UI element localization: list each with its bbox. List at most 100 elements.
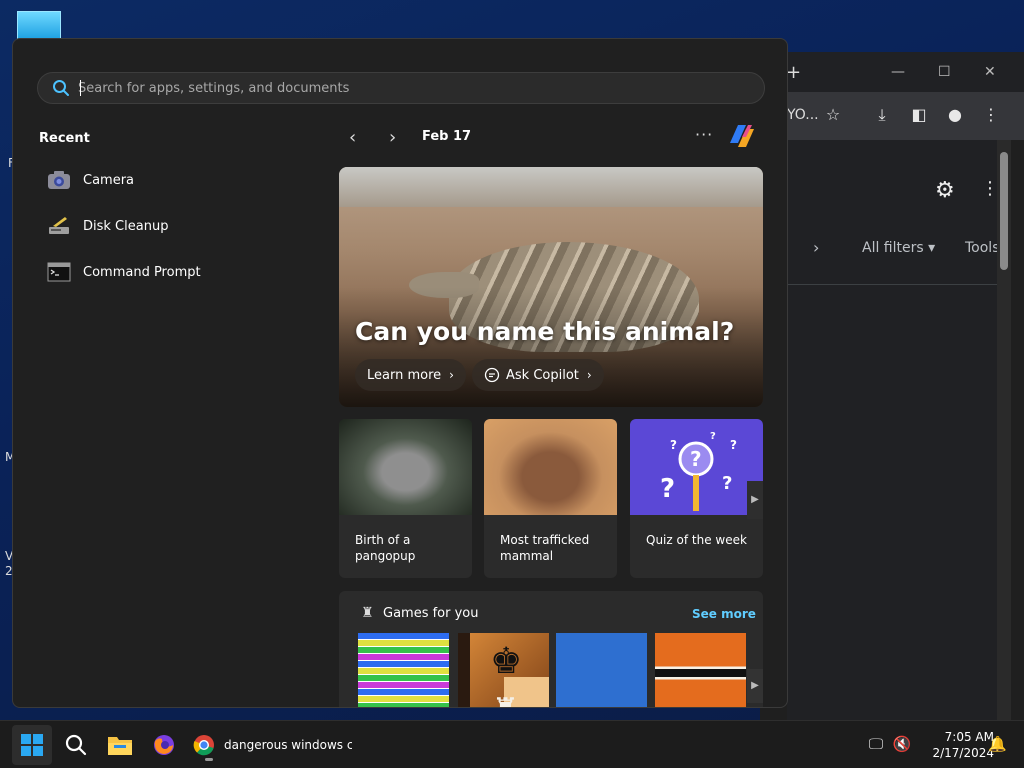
all-filters-dropdown[interactable]: All filters ▾	[862, 240, 935, 256]
recent-item-label: Command Prompt	[83, 264, 201, 280]
download-icon[interactable]: ⤓	[871, 104, 893, 126]
hero-image-background	[339, 167, 763, 207]
story-card-birth-of-pangopup[interactable]: Birth of a pangopup	[339, 419, 472, 578]
game-tile[interactable]	[655, 633, 746, 707]
story-caption: Most trafficked mammal	[500, 533, 590, 563]
scrollbar-thumb[interactable]	[1000, 152, 1008, 270]
active-app-indicator	[205, 758, 213, 761]
network-icon[interactable]: 🖵	[866, 735, 886, 755]
widgets-date: Feb 17	[422, 129, 472, 144]
hero-card[interactable]: Can you name this animal? Learn more › A…	[339, 167, 763, 407]
recent-heading: Recent	[39, 131, 90, 146]
carousel-next-button[interactable]: ▶	[747, 481, 763, 519]
settings-gear-icon[interactable]: ⚙	[935, 178, 955, 203]
browser-scrollbar[interactable]	[997, 140, 1011, 720]
folder-icon	[108, 737, 132, 755]
next-day-button[interactable]: ›	[389, 127, 396, 148]
search-icon	[65, 734, 87, 756]
svg-text:?: ?	[690, 447, 702, 471]
tools-button[interactable]: Tools	[965, 240, 1000, 256]
svg-text:?: ?	[670, 438, 677, 452]
games-section: ♜ Games for you See more ♚ ♜ ▶	[339, 591, 763, 708]
desktop-shortcut-icon[interactable]	[17, 11, 61, 41]
game-tile[interactable]: ♚ ♜	[458, 633, 549, 708]
all-filters-label: All filters	[862, 240, 924, 256]
browser-toolbar: YO... ☆ ⤓ ◧ ● ⋮	[760, 92, 1024, 140]
story-caption: Quiz of the week	[646, 533, 747, 547]
maximize-button[interactable]: ☐	[938, 64, 951, 80]
taskbar-search-button[interactable]	[56, 725, 96, 765]
notification-bell-icon[interactable]: 🔔	[988, 735, 1007, 753]
system-clock[interactable]: 7:05 AM 2/17/2024	[912, 729, 994, 761]
games-next-button[interactable]: ▶	[747, 669, 763, 703]
story-thumbnail: ? ? ? ? ? ?	[630, 419, 763, 515]
address-bar[interactable]: YO...	[787, 107, 819, 123]
svg-text:?: ?	[730, 438, 737, 452]
start-button[interactable]	[12, 725, 52, 765]
story-caption: Birth of a pangopup	[355, 533, 416, 563]
camera-icon	[48, 171, 70, 189]
minimize-button[interactable]: —	[891, 64, 905, 80]
profile-icon[interactable]: ●	[944, 104, 966, 126]
disk-cleanup-icon	[49, 217, 69, 234]
games-heading: Games for you	[383, 606, 479, 621]
chess-pieces-icon: ♜	[361, 605, 374, 621]
recent-item-command-prompt[interactable]: Command Prompt	[47, 257, 287, 287]
recent-item-camera[interactable]: Camera	[47, 165, 287, 195]
game-tile[interactable]	[556, 633, 647, 707]
chess-game-image: ♚ ♜	[458, 633, 549, 708]
kebab-menu-icon[interactable]: ⋮	[980, 104, 1002, 126]
bookmark-star-icon[interactable]: ☆	[822, 104, 844, 126]
recent-item-label: Disk Cleanup	[83, 218, 169, 234]
new-tab-button[interactable]: +	[786, 62, 801, 83]
chrome-window-title: dangerous windows cor	[224, 738, 352, 752]
ask-copilot-button[interactable]: Ask Copilot ›	[472, 359, 604, 391]
svg-text:♚: ♚	[490, 641, 522, 682]
file-explorer-button[interactable]	[100, 725, 140, 765]
svg-text:?: ?	[710, 431, 716, 442]
firefox-button[interactable]	[144, 725, 184, 765]
windows-logo-icon	[21, 734, 43, 756]
start-search-box[interactable]	[37, 72, 765, 104]
text-caret	[80, 80, 81, 96]
svg-text:♜: ♜	[492, 692, 519, 708]
chat-bubble-icon	[484, 367, 500, 383]
browser-tabstrip: + — ☐ ✕	[760, 52, 1024, 92]
see-more-link[interactable]: See more	[692, 607, 756, 621]
story-thumbnail	[339, 419, 472, 515]
close-window-button[interactable]: ✕	[984, 64, 996, 80]
question-marks-image: ? ? ? ? ? ?	[660, 431, 737, 511]
chevron-right-icon: ›	[586, 368, 592, 382]
volume-muted-icon[interactable]: 🔇	[892, 735, 912, 755]
learn-more-label: Learn more	[367, 367, 442, 383]
story-card-quiz-of-week[interactable]: ? ? ? ? ? ? Quiz of the week	[630, 419, 763, 578]
browser-window: + — ☐ ✕ YO... ☆ ⤓ ◧ ● ⋮ ⚙ ⋮⋮ › All filte…	[760, 52, 1024, 720]
clock-date: 2/17/2024	[932, 746, 994, 760]
recent-item-label: Camera	[83, 172, 135, 188]
copilot-icon[interactable]	[726, 121, 758, 151]
svg-text:?: ?	[660, 474, 675, 504]
learn-more-button[interactable]: Learn more ›	[355, 359, 466, 391]
search-icon	[53, 80, 69, 96]
chrome-taskbar-item[interactable]: dangerous windows cor	[192, 725, 362, 765]
browser-content: ⚙ ⋮⋮ › All filters ▾ Tools	[787, 140, 1017, 720]
chevron-right-icon: ›	[449, 368, 454, 382]
taskbar: dangerous windows cor 🖵 🔇 7:05 AM 2/17/2…	[0, 720, 1024, 768]
svg-text:?: ?	[722, 473, 732, 494]
chevron-right-icon[interactable]: ›	[813, 238, 819, 257]
start-menu: Recent Camera Disk Cleanup Command Promp…	[12, 38, 788, 708]
recent-item-disk-cleanup[interactable]: Disk Cleanup	[47, 211, 287, 241]
hero-title: Can you name this animal?	[355, 317, 735, 346]
ask-copilot-label: Ask Copilot	[506, 367, 579, 383]
previous-day-button[interactable]: ‹	[349, 127, 356, 148]
clock-time: 7:05 AM	[944, 730, 994, 744]
more-options-icon[interactable]: ···	[695, 125, 713, 144]
divider	[787, 284, 997, 285]
firefox-icon	[154, 735, 174, 755]
search-input[interactable]	[78, 73, 738, 103]
game-tile[interactable]	[358, 633, 449, 707]
story-card-most-trafficked[interactable]: Most trafficked mammal	[484, 419, 617, 578]
side-panel-icon[interactable]: ◧	[908, 104, 930, 126]
chrome-icon	[193, 735, 214, 756]
story-thumbnail	[484, 419, 617, 515]
